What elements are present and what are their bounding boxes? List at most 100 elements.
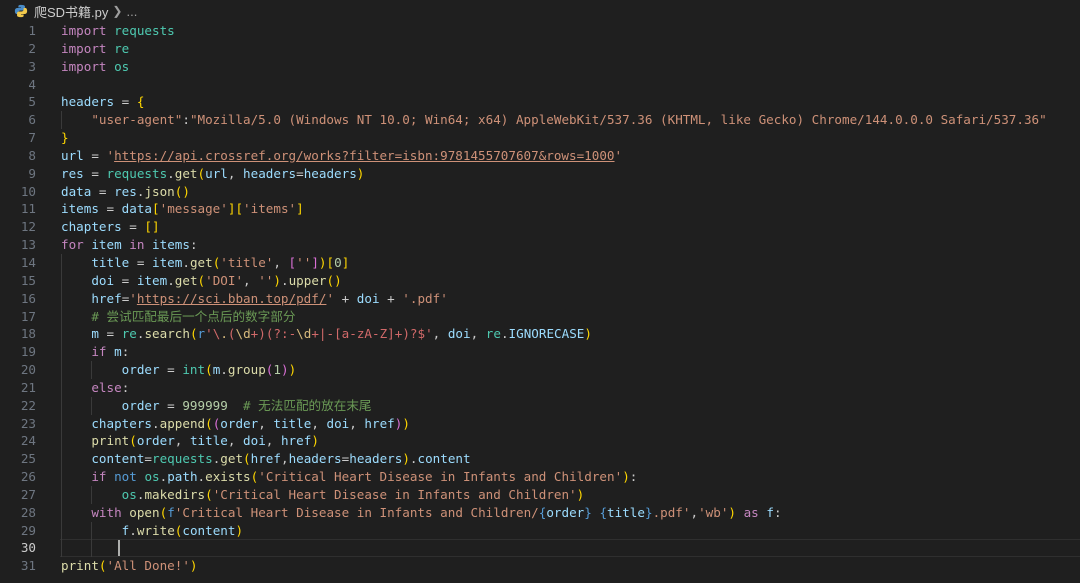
code-line[interactable]: 4 — [0, 76, 1080, 94]
code-token: + — [379, 290, 403, 306]
code-line[interactable]: 14 title = item.get('title', [''])[0] — [0, 253, 1080, 272]
code-token: [ — [152, 201, 160, 217]
code-line[interactable]: 12 chapters = [] — [0, 218, 1080, 236]
code-token: https://sci.bban.top/pdf/ — [136, 290, 327, 306]
code-token: ) — [288, 362, 297, 378]
code-token: = — [159, 397, 183, 413]
code-token: { — [136, 94, 145, 110]
code-token: item — [91, 237, 122, 253]
code-line[interactable]: 21 else: — [0, 378, 1080, 397]
code-line[interactable]: 26 if not os.path.exists('Critical Heart… — [0, 468, 1080, 486]
code-line[interactable]: 16 href='https://sci.bban.top/pdf/' + do… — [0, 289, 1080, 308]
code-token: ' — [614, 147, 623, 163]
code-token: headers — [288, 451, 342, 467]
code-text: "user-agent":"Mozilla/5.0 (Windows NT 10… — [61, 111, 1046, 129]
code-token: ) — [235, 522, 244, 538]
line-number: 7 — [28, 130, 36, 146]
code-token: res — [61, 165, 84, 181]
code-line[interactable]: 13 for item in items: — [0, 236, 1080, 254]
code-text: chapters.append((order, title, doi, href… — [61, 415, 410, 433]
code-line[interactable]: 3 import os — [0, 58, 1080, 76]
code-token: 'Critical Heart Disease in Infants and C… — [212, 486, 577, 502]
code-editor[interactable]: 1 import requests 2 import re 3 import os 4 5 he… — [0, 22, 1080, 583]
code-token: href — [250, 451, 281, 467]
code-token: get — [174, 272, 198, 288]
code-token: res — [114, 183, 137, 199]
indent-guide — [61, 521, 62, 540]
code-token: title — [91, 254, 130, 270]
code-token: write — [136, 522, 175, 538]
code-line[interactable]: 19 if m: — [0, 343, 1080, 362]
code-line[interactable]: 23 chapters.append((order, title, doi, h… — [0, 414, 1080, 433]
code-token: ) — [311, 433, 319, 449]
indent-guide — [61, 253, 62, 272]
code-line[interactable]: 1 import requests — [0, 22, 1080, 40]
code-line[interactable]: 8 url = 'https://api.crossref.org/works?f… — [0, 147, 1080, 165]
chevron-right-icon: ❯ — [112, 4, 123, 18]
code-token: ) — [622, 469, 630, 485]
code-line[interactable]: 20 order = int(m.group(1)) — [0, 361, 1080, 379]
code-line[interactable]: 22 order = 999999 # 无法匹配的放在末尾 — [0, 396, 1080, 415]
breadcrumb-file-name[interactable]: 爬SD书籍.py — [34, 2, 108, 21]
code-token: f — [766, 504, 774, 520]
code-line[interactable]: 27 os.makedirs('Critical Heart Disease i… — [0, 485, 1080, 504]
code-line[interactable]: 15 doi = item.get('DOI', '').upper() — [0, 271, 1080, 290]
code-token: ] — [296, 201, 304, 217]
code-token: = — [121, 219, 145, 235]
code-token: 0 — [334, 254, 342, 270]
code-token: order — [121, 362, 160, 378]
code-line[interactable]: 6 "user-agent":"Mozilla/5.0 (Windows NT … — [0, 111, 1080, 130]
indent-guide — [91, 361, 93, 379]
code-token: : — [629, 469, 638, 485]
code-token: search — [144, 326, 190, 342]
code-line[interactable]: 29 f.write(content) — [0, 521, 1080, 540]
code-line[interactable]: 30 — [0, 539, 1080, 558]
line-number: 2 — [28, 40, 36, 56]
code-line[interactable]: 10 data = res.json() — [0, 183, 1080, 201]
code-line[interactable]: 17 # 尝试匹配最后一个点后的数字部分 — [0, 307, 1080, 326]
code-line[interactable]: 31 print('All Done!') — [0, 557, 1080, 575]
code-line[interactable]: 28 with open(f'Critical Heart Disease in… — [0, 503, 1080, 522]
code-token: # 无法匹配的放在末尾 — [243, 397, 372, 413]
code-token: 'All Done!' — [106, 558, 190, 574]
code-line[interactable]: 2 import re — [0, 40, 1080, 58]
code-token: ( — [197, 165, 206, 181]
code-token: ) — [402, 415, 410, 431]
code-line[interactable]: 25 content=requests.get(href,headers=hea… — [0, 450, 1080, 469]
indent-guide — [61, 396, 62, 415]
code-text: import requests — [61, 22, 175, 40]
breadcrumb-more[interactable]: ... — [126, 4, 137, 19]
code-token: { — [599, 504, 608, 520]
code-token: . — [197, 469, 206, 485]
code-token: = — [114, 94, 137, 110]
code-token: 999999 — [182, 397, 228, 413]
code-line[interactable]: 5 headers = { — [0, 93, 1080, 111]
code-line[interactable]: 18 m = re.search(r'\.(\d+)(?:-\d+|-[a-zA… — [0, 325, 1080, 344]
code-line[interactable]: 9 res = requests.get(url, headers=headers… — [0, 165, 1080, 183]
code-token: get — [220, 451, 244, 467]
code-line[interactable]: 24 print(order, title, doi, href) — [0, 432, 1080, 451]
code-token: , — [273, 254, 289, 270]
line-number: 18 — [20, 326, 36, 342]
code-token: ] — [311, 254, 319, 270]
line-number: 1 — [28, 23, 36, 38]
indent-guide — [61, 361, 62, 379]
code-line[interactable]: 7} — [0, 129, 1080, 147]
code-token: , — [690, 504, 699, 520]
code-token: print — [61, 558, 99, 574]
code-token: } — [61, 130, 69, 146]
code-token: path — [167, 469, 198, 485]
code-token: \d — [296, 326, 312, 342]
code-token: import — [61, 40, 115, 56]
code-line[interactable]: 11 items = data['message']['items'] — [0, 200, 1080, 218]
code-token: url — [205, 165, 228, 181]
code-token: item — [136, 272, 168, 288]
code-token: ( — [205, 362, 213, 378]
code-token: data — [61, 183, 92, 199]
code-text: order = 999999 # 无法匹配的放在末尾 — [61, 397, 372, 415]
line-number: 12 — [20, 219, 36, 235]
code-token: re — [114, 40, 130, 56]
